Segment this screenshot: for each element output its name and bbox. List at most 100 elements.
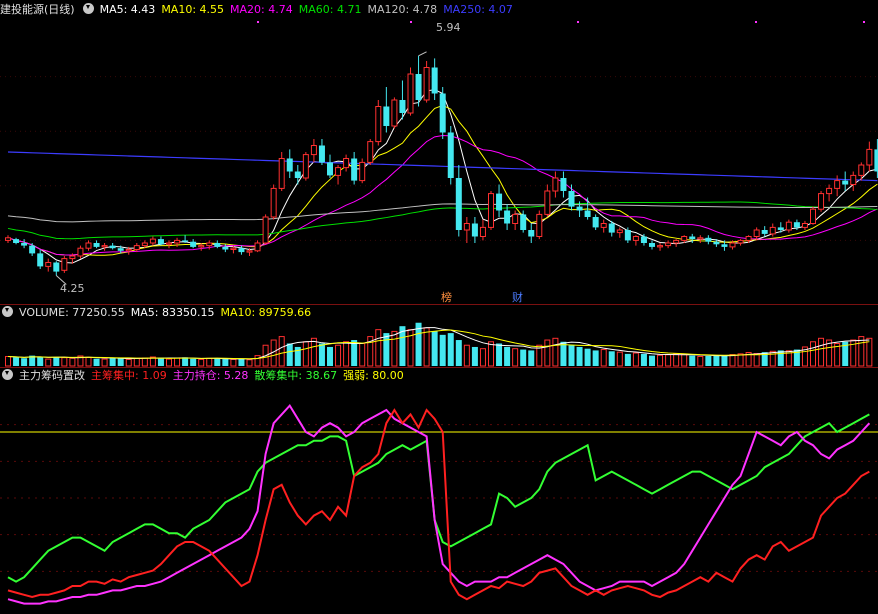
- volume-value: VOLUME: 77250.55: [19, 306, 125, 319]
- volume-bar: [640, 353, 647, 366]
- candle-body: [729, 242, 736, 248]
- volume-bar: [318, 343, 325, 366]
- indicator-legend-item: 强弱: 80.00: [343, 369, 404, 382]
- candle-body: [649, 243, 655, 247]
- marker-bang[interactable]: 榜: [441, 289, 452, 305]
- candle-body: [351, 158, 358, 181]
- price-panel[interactable]: 建投能源(日线) MA5: 4.43 MA10: 4.55 MA20: 4.74 MA6…: [0, 0, 878, 304]
- volume-bar: [85, 356, 92, 367]
- candle-body: [705, 237, 712, 242]
- candle-body: [399, 100, 406, 113]
- ma250-line: [7, 151, 878, 182]
- candle-body: [657, 245, 664, 248]
- stock-title: 建投能源(日线): [0, 3, 75, 16]
- candle-body: [439, 93, 446, 133]
- candle-body: [713, 241, 720, 245]
- candle-body: [93, 243, 100, 247]
- high-price-label: 5.94: [436, 21, 461, 34]
- candle-body: [157, 239, 164, 245]
- indicator-title: 主力筹码置改: [19, 369, 85, 382]
- volume-bar: [818, 337, 825, 367]
- candle-body: [77, 247, 84, 257]
- signal-dot: [410, 21, 412, 23]
- volume-bar: [721, 355, 728, 366]
- volume-bar: [463, 344, 470, 367]
- volume-bar: [230, 358, 237, 367]
- candle-body: [37, 253, 44, 267]
- candle-body: [785, 221, 792, 231]
- candle-body: [85, 242, 92, 249]
- signal-dot: [257, 21, 259, 23]
- indicator-chart[interactable]: [0, 368, 878, 614]
- volume-bar: [133, 357, 140, 367]
- candle-body: [632, 236, 639, 241]
- candle-body: [141, 242, 148, 247]
- candle-body: [206, 242, 213, 247]
- volume-bar: [254, 355, 261, 367]
- volume-bar: [632, 352, 639, 367]
- volume-bar: [616, 351, 623, 367]
- marker-cai[interactable]: 财: [512, 289, 523, 305]
- candle-body: [101, 245, 108, 248]
- volume-bar: [552, 337, 559, 367]
- candle-body: [431, 67, 438, 94]
- volume-bar: [53, 357, 60, 366]
- candle-body: [327, 162, 333, 176]
- indicator-header: 主力筹码置改 主筹集中: 1.09 主力持仓: 5.28 散筹集中: 38.67 强弱:…: [0, 368, 416, 384]
- candle-body: [254, 242, 261, 252]
- indicator-legend-item: 主力持仓: 5.28: [172, 369, 249, 382]
- volume-bar: [705, 355, 712, 366]
- candle-body: [737, 239, 744, 244]
- volume-bar: [576, 346, 583, 366]
- candle-body: [479, 226, 486, 237]
- volume-bar: [600, 349, 607, 367]
- candle-body: [584, 210, 591, 217]
- candle-body: [745, 236, 752, 241]
- chevron-down-icon[interactable]: [2, 369, 13, 380]
- volume-bar: [222, 359, 229, 366]
- candle-body: [367, 141, 374, 163]
- volume-bar: [471, 346, 478, 366]
- volume-bar: [544, 339, 551, 367]
- candle-body: [793, 222, 800, 228]
- volume-header: VOLUME: 77250.55 MA5: 83350.15 MA10: 89759…: [0, 305, 317, 321]
- candle-body: [689, 236, 696, 240]
- volume-bar: [117, 357, 124, 366]
- candle-body: [343, 158, 350, 169]
- volume-bar: [238, 358, 245, 366]
- volume-bar: [141, 357, 148, 367]
- candle-body: [520, 214, 527, 230]
- signal-dot: [863, 21, 865, 23]
- candle-body: [834, 180, 841, 189]
- candle-body: [166, 242, 172, 245]
- candle-body: [866, 148, 873, 166]
- indicator-series-line: [7, 408, 870, 601]
- volume-bar: [681, 353, 688, 367]
- candle-body: [318, 145, 325, 163]
- ma-legend-item: MA250: 4.07: [443, 3, 513, 16]
- indicator-series-line: [7, 413, 870, 583]
- volume-bar: [810, 341, 816, 367]
- volume-bar: [109, 358, 116, 366]
- volume-bar: [512, 348, 519, 367]
- price-header: 建投能源(日线) MA5: 4.43 MA10: 4.55 MA20: 4.74 MA6…: [0, 2, 525, 18]
- candle-body: [375, 106, 382, 143]
- volume-bar: [182, 357, 189, 366]
- ma-legend-item: MA10: 4.55: [161, 3, 225, 16]
- chevron-down-icon[interactable]: [82, 3, 94, 14]
- candle-body: [576, 206, 583, 211]
- candle-body: [45, 262, 52, 267]
- candle-body: [246, 250, 253, 253]
- volume-bar: [777, 350, 784, 366]
- candle-body: [769, 226, 776, 235]
- candle-body: [447, 132, 454, 178]
- candle-body: [359, 161, 366, 182]
- price-chart[interactable]: [0, 0, 878, 304]
- candle-body: [302, 154, 309, 179]
- ma-legend-item: MA20: 4.74: [230, 3, 293, 16]
- indicator-panel[interactable]: 主力筹码置改 主筹集中: 1.09 主力持仓: 5.28 散筹集中: 38.67 强弱:…: [0, 368, 878, 614]
- chevron-down-icon[interactable]: [2, 306, 13, 317]
- volume-bar: [504, 346, 511, 366]
- volume-panel[interactable]: VOLUME: 77250.55 MA5: 83350.15 MA10: 89759…: [0, 305, 878, 367]
- volume-bar: [528, 350, 535, 366]
